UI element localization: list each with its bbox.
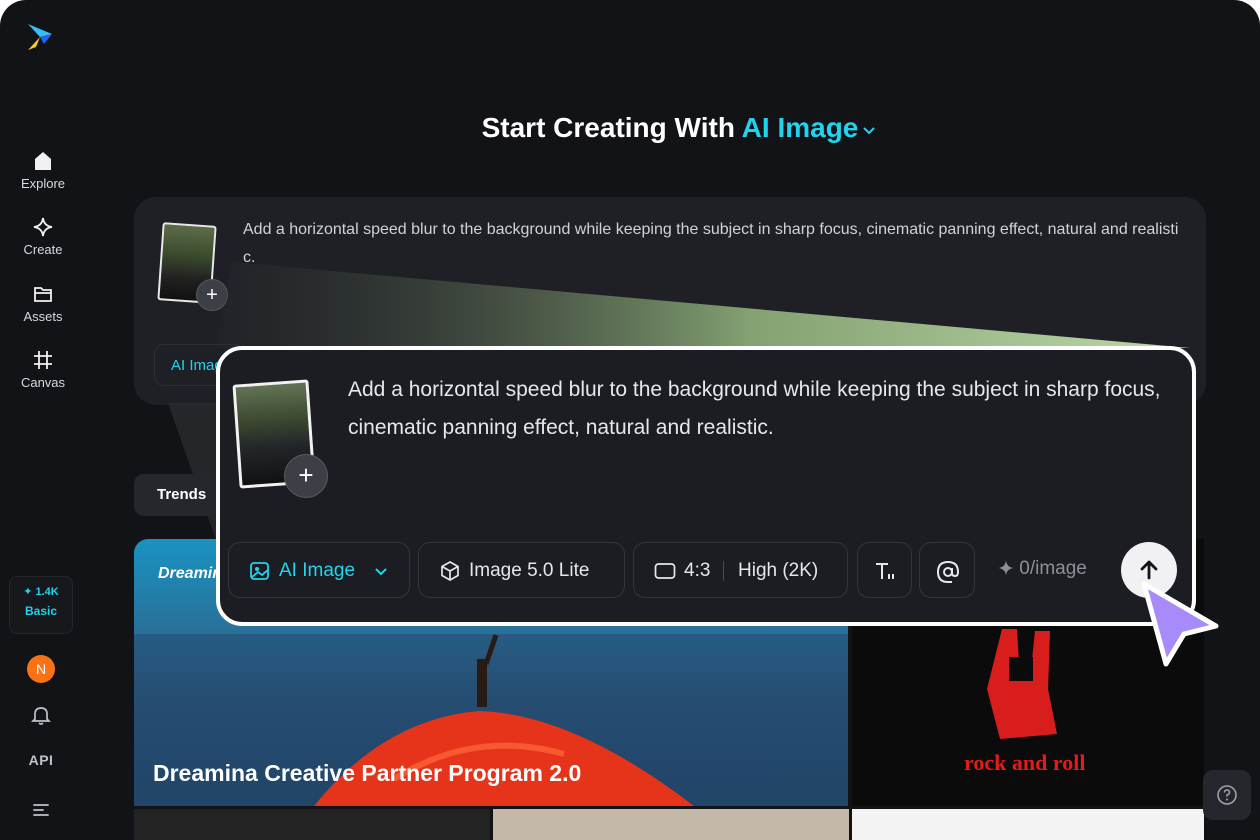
at-icon: [936, 560, 960, 583]
text-style-button[interactable]: [857, 542, 912, 598]
cube-icon: [441, 561, 459, 581]
zoomed-mode-dropdown[interactable]: AI Image: [228, 542, 410, 598]
mention-button[interactable]: [919, 542, 975, 598]
help-button[interactable]: [1203, 770, 1251, 820]
rock-and-roll-text: rock and roll: [964, 750, 1086, 775]
ratio-label: 4:3: [684, 560, 711, 581]
aspect-ratio-icon: [654, 563, 676, 579]
cost-indicator: 0/image: [998, 558, 1087, 580]
banner-title: Dreamina Creative Partner Program 2.0: [153, 760, 582, 786]
pointer-cursor-icon: [1141, 581, 1219, 667]
gallery-tile[interactable]: [134, 809, 490, 840]
gallery-tile[interactable]: [493, 809, 849, 840]
model-label: Image 5.0 Lite: [469, 560, 590, 581]
gallery-tile[interactable]: [852, 809, 1204, 840]
quality-label: High (2K): [738, 560, 819, 581]
chevron-down-icon: [375, 568, 387, 576]
image-icon: [250, 562, 269, 580]
app-window: Explore Create Assets Canvas ✦ 1.4K Basi…: [0, 0, 1260, 840]
text-quote-icon: [876, 563, 894, 579]
zoomed-add-reference-button[interactable]: +: [284, 454, 328, 498]
zoomed-prompt-text[interactable]: Add a horizontal speed blur to the backg…: [348, 371, 1178, 447]
model-selector[interactable]: Image 5.0 Lite: [418, 542, 625, 598]
zoomed-mode-label: AI Image: [279, 560, 356, 581]
sparkle-icon: [999, 561, 1013, 575]
cost-label: 0/image: [1019, 558, 1087, 579]
ratio-quality-selector[interactable]: 4:3 High (2K): [633, 542, 848, 598]
tab-trends[interactable]: Trends: [134, 474, 229, 516]
help-icon: [1217, 785, 1237, 805]
divider: [723, 561, 724, 581]
